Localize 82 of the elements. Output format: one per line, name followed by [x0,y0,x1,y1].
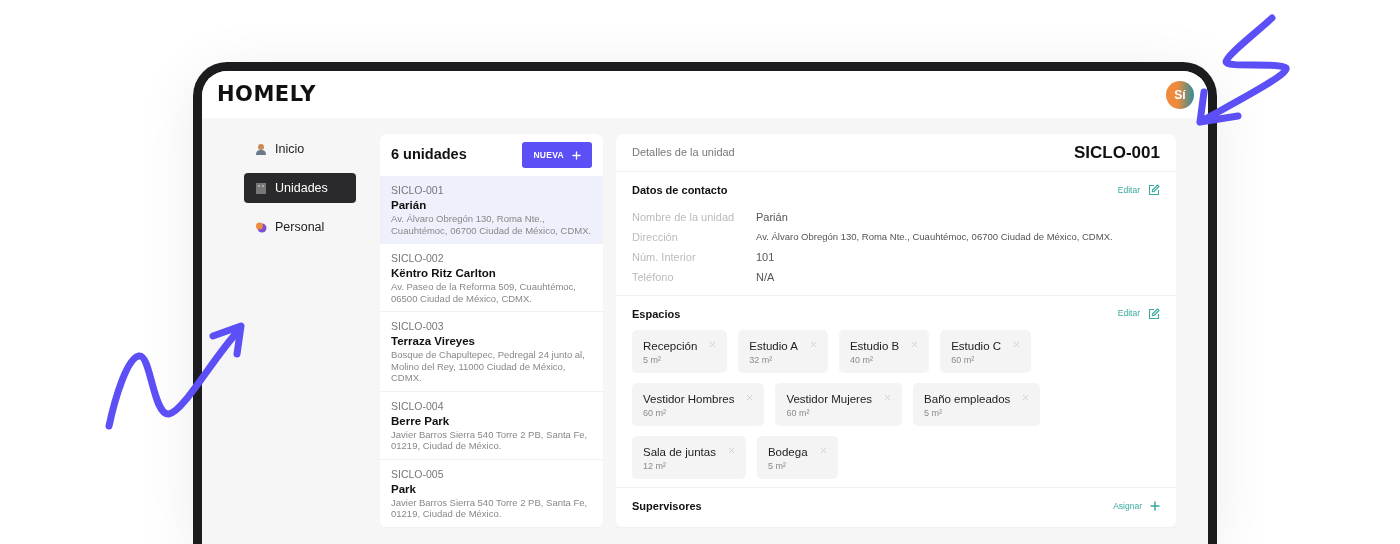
person-icon [255,143,267,155]
space-name: Estudio C [951,339,1002,354]
close-icon[interactable] [884,394,892,401]
space-name: Estudio B [849,339,900,354]
field-label: Núm. Interior [632,249,697,265]
close-icon[interactable] [1013,341,1021,348]
edit-icon [1148,184,1160,197]
unit-name: Terraza Vireyes [391,334,476,349]
space-name: Recepción [643,339,698,354]
space-chip[interactable]: Bodega 5 m² [756,436,838,479]
unit-code: SICLO-003 [391,320,445,333]
space-area: 60 m² [951,354,1002,366]
space-area: 5 m² [924,407,1011,419]
unit-address: Av. Paseo de la Reforma 509, Cuauhtémoc, 06500 Ciudad de México, CDMX. [391,281,577,304]
unit-address: Javier Barros Sierra 540 Torre 2 PB, Santa Fe, 01219, Ciudad de México. [391,496,589,520]
field-label: Nombre de la unidad [632,209,736,225]
sidebar-item[interactable]: Personal [244,212,356,242]
sidebar-item[interactable]: Inicio [244,134,356,164]
space-area: 5 m² [767,460,808,472]
unit-code: SICLO-001 [391,184,445,197]
unit-name: Park [391,481,417,497]
space-name: Bodega [767,445,808,460]
space-area: 60 m² [786,407,873,419]
space-chip[interactable]: Sala de juntas 12 m² [632,436,746,479]
unit-code: SICLO-004 [391,399,445,413]
close-icon[interactable] [911,341,919,348]
unit-list-item[interactable]: SICLO-001 Parián Av. Álvaro Obregón 130, Roma Nte., Cuauhtémoc, 06700 Ciudad de México, CDMX. [380,176,603,244]
section-heading: Datos de contacto [632,183,728,198]
space-name: Vestidor Hombres [643,392,735,407]
space-area: 32 m² [749,354,798,366]
space-name: Estudio A [749,339,798,354]
unit-address: Javier Barros Sierra 540 Torre 2 PB, Santa Fe, 01219, Ciudad de México. [391,428,589,452]
space-name: Baño empleados [924,392,1011,407]
unit-address: Av. Álvaro Obregón 130, Roma Nte., Cuauhtémoc, 06700 Ciudad de México, CDMX. [391,213,592,236]
unit-code-heading: SICLO-001 [1074,141,1160,164]
space-name: Vestidor Mujeres [786,392,873,407]
units-count: 6 unidades [391,145,467,165]
unit-code: SICLO-005 [391,467,445,481]
field-value: Av. Álvaro Obregón 130, Roma Nte., Cuauhtémoc, 06700 Ciudad de México, CDMX. [756,229,1114,244]
sidebar-item[interactable]: Unidades [244,173,356,203]
space-name: Sala de juntas [643,445,716,460]
space-chip[interactable]: Baño empleados 5 m² [913,383,1041,426]
unit-list-item[interactable]: SICLO-005 Park Javier Barros Sierra 540 Torre 2 PB, Santa Fe, 01219, Ciudad de México. [380,459,603,528]
edit-icon [1148,307,1160,320]
panel-title: Detalles de la unidad [632,145,735,161]
section-heading: Supervisores [632,499,702,514]
unit-name: Berre Park [391,413,451,429]
space-chip[interactable]: Recepción 5 m² [632,330,728,373]
field-value: Parián [756,209,789,225]
unit-list-item[interactable]: SICLO-003 Terraza Vireyes Bosque de Chapultepec, Pedregal 24 junto al, Molino del Rey, 11000 Ciudad de México, CDMX. [380,312,603,392]
unit-list-item[interactable]: SICLO-002 Këntro Ritz Carlton Av. Paseo de la Reforma 509, Cuauhtémoc, 06500 Ciudad de México, CDMX. [380,244,603,312]
new-button[interactable]: NUEVA [522,141,592,169]
plus-icon [1150,501,1160,512]
unit-name: Parián [391,198,428,213]
unit-address: Bosque de Chapultepec, Pedregal 24 junto al, Molino del Rey, 11000 Ciudad de México, CDMX. [391,349,586,384]
plus-icon [572,150,581,160]
close-icon[interactable] [819,447,827,454]
field-value: N/A [756,269,776,285]
close-icon[interactable] [1022,394,1030,401]
field-label: Teléfono [632,269,675,285]
space-chip[interactable]: Vestidor Hombres 60 m² [632,383,765,426]
close-icon[interactable] [709,341,717,348]
brand-logo: HOMELY [217,80,316,108]
section-heading: Espacios [632,306,681,322]
unit-name: Këntro Ritz Carlton [391,266,497,281]
space-chip[interactable]: Vestidor Mujeres 60 m² [775,383,903,426]
unit-code: SICLO-002 [391,252,445,265]
people-icon [255,221,267,233]
field-label: Dirección [632,229,679,245]
space-area: 60 m² [643,407,735,419]
space-chip[interactable]: Estudio A 32 m² [738,330,828,373]
space-chip[interactable]: Estudio B 40 m² [838,330,930,373]
space-area: 12 m² [643,460,716,472]
building-icon [255,182,267,194]
space-area: 40 m² [849,354,900,366]
space-chip[interactable]: Estudio C 60 m² [940,330,1032,373]
field-value: 101 [756,249,776,265]
space-area: 5 m² [643,354,698,366]
close-icon[interactable] [746,394,754,401]
close-icon[interactable] [809,341,817,348]
unit-list-item[interactable]: SICLO-004 Berre Park Javier Barros Sierra 540 Torre 2 PB, Santa Fe, 01219, Ciudad de México. [380,391,603,460]
close-icon[interactable] [727,447,735,454]
